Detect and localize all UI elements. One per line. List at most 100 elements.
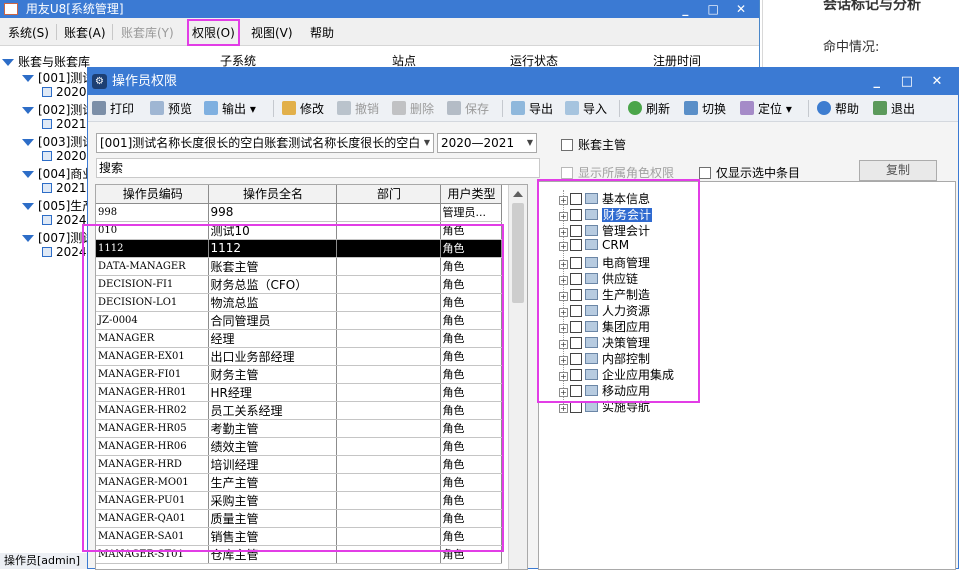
col-user-type[interactable]: 用户类型 bbox=[440, 185, 502, 204]
perm-node[interactable]: + 企业应用集成 bbox=[559, 366, 674, 382]
minimize-button[interactable]: _ bbox=[673, 0, 697, 18]
tree-year-item[interactable]: 2020- bbox=[42, 149, 91, 163]
perm-node[interactable]: + 实施导航 bbox=[559, 398, 650, 414]
perm-node[interactable]: + 基本信息 bbox=[559, 190, 650, 206]
expand-plus-icon[interactable]: + bbox=[559, 404, 568, 413]
year-select[interactable]: 2020—2021 ▼ bbox=[437, 133, 537, 153]
menu-system[interactable]: 系统(S) bbox=[8, 24, 49, 41]
expand-plus-icon[interactable]: + bbox=[559, 212, 568, 221]
tree-root[interactable]: 账套与账套库 bbox=[2, 53, 90, 70]
perm-checkbox[interactable] bbox=[570, 193, 582, 205]
locate-button[interactable]: 定位 ▾ bbox=[740, 100, 792, 117]
dialog-minimize-button[interactable]: _ bbox=[864, 68, 890, 95]
expand-plus-icon[interactable]: + bbox=[559, 372, 568, 381]
expand-plus-icon[interactable]: + bbox=[559, 356, 568, 365]
help-button[interactable]: 帮助 bbox=[817, 100, 859, 117]
undo-button[interactable]: 撤销 bbox=[337, 100, 379, 117]
perm-node[interactable]: + CRM bbox=[559, 238, 629, 254]
expand-plus-icon[interactable]: + bbox=[559, 388, 568, 397]
table-row[interactable]: MANAGER-HR06 绩效主管 角色 bbox=[96, 437, 502, 456]
tree-year-item[interactable]: 2024- bbox=[42, 213, 91, 227]
perm-node[interactable]: + 内部控制 bbox=[559, 350, 650, 366]
perm-checkbox[interactable] bbox=[570, 353, 582, 365]
tree-year-item[interactable]: 2020- bbox=[42, 85, 91, 99]
save-button[interactable]: 保存 bbox=[447, 100, 489, 117]
refresh-button[interactable]: 刷新 bbox=[628, 100, 670, 117]
perm-checkbox[interactable] bbox=[570, 305, 582, 317]
table-row[interactable]: 998 998 管理员... bbox=[96, 203, 502, 222]
account-admin-checkbox[interactable]: 账套主管 bbox=[561, 136, 626, 153]
perm-node[interactable]: + 人力资源 bbox=[559, 302, 650, 318]
menu-view[interactable]: 视图(V) bbox=[251, 24, 293, 41]
table-row[interactable]: DATA-MANAGER 账套主管 角色 bbox=[96, 257, 502, 276]
tree-year-item[interactable]: 2021- bbox=[42, 181, 91, 195]
output-button[interactable]: 输出 ▾ bbox=[204, 100, 256, 117]
col-operator-name[interactable]: 操作员全名 bbox=[208, 185, 337, 204]
maximize-button[interactable]: □ bbox=[701, 0, 725, 18]
table-row[interactable]: MANAGER-FI01 财务主管 角色 bbox=[96, 365, 502, 384]
expand-plus-icon[interactable]: + bbox=[559, 276, 568, 285]
tree-account-item[interactable]: [007]测试 bbox=[22, 229, 94, 246]
scroll-thumb[interactable] bbox=[512, 203, 524, 303]
table-row[interactable]: MANAGER-HR05 考勤主管 角色 bbox=[96, 419, 502, 438]
menu-account[interactable]: 账套(A) bbox=[64, 24, 106, 41]
perm-checkbox[interactable] bbox=[570, 369, 582, 381]
expand-plus-icon[interactable]: + bbox=[559, 340, 568, 349]
show-role-permission-checkbox[interactable]: 显示所属角色权限 bbox=[561, 164, 674, 181]
col-operator-code[interactable]: 操作员编码 bbox=[96, 185, 209, 204]
perm-node-selected[interactable]: + 财务会计 bbox=[559, 206, 653, 222]
preview-button[interactable]: 预览 bbox=[150, 100, 192, 117]
table-row[interactable]: MANAGER-QA01 质量主管 角色 bbox=[96, 509, 502, 528]
table-row[interactable]: JZ-0004 合同管理员 角色 bbox=[96, 311, 502, 330]
tree-account-item[interactable]: [005]生产 bbox=[22, 197, 94, 214]
perm-checkbox[interactable] bbox=[570, 385, 582, 397]
table-row[interactable]: MANAGER-ST01 仓库主管 角色 bbox=[96, 545, 502, 564]
print-button[interactable]: 打印 bbox=[92, 100, 134, 117]
show-selected-only-checkbox[interactable]: 仅显示选中条目 bbox=[699, 164, 800, 181]
table-row[interactable]: MANAGER-EX01 出口业务部经理 角色 bbox=[96, 347, 502, 366]
perm-node[interactable]: + 供应链 bbox=[559, 270, 638, 286]
edit-button[interactable]: 修改 bbox=[282, 100, 324, 117]
table-row[interactable]: MANAGER-HR02 员工关系经理 角色 bbox=[96, 401, 502, 420]
search-input[interactable]: 搜索 bbox=[96, 158, 540, 178]
tree-account-item[interactable]: [001]测试 bbox=[22, 69, 94, 86]
table-row[interactable]: DECISION-LO1 物流总监 角色 bbox=[96, 293, 502, 312]
tree-account-item[interactable]: [003]测试 bbox=[22, 133, 94, 150]
expand-plus-icon[interactable]: + bbox=[559, 228, 568, 237]
copy-button[interactable]: 复制 bbox=[859, 160, 937, 181]
exit-button[interactable]: 退出 bbox=[873, 100, 915, 117]
perm-checkbox[interactable] bbox=[570, 239, 582, 251]
perm-checkbox[interactable] bbox=[570, 289, 582, 301]
tree-year-item[interactable]: 2021- bbox=[42, 117, 91, 131]
table-row-selected[interactable]: 1112 1112 角色 bbox=[96, 239, 502, 258]
perm-checkbox[interactable] bbox=[570, 321, 582, 333]
table-row[interactable]: DECISION-FI1 财务总监（CFO） 角色 bbox=[96, 275, 502, 294]
perm-checkbox[interactable] bbox=[570, 225, 582, 237]
tree-account-item[interactable]: [002]测试 bbox=[22, 101, 94, 118]
perm-node[interactable]: + 电商管理 bbox=[559, 254, 650, 270]
delete-button[interactable]: 删除 bbox=[392, 100, 434, 117]
perm-checkbox[interactable] bbox=[570, 209, 582, 221]
perm-node[interactable]: + 移动应用 bbox=[559, 382, 650, 398]
perm-node[interactable]: + 管理会计 bbox=[559, 222, 650, 238]
perm-node[interactable]: + 集团应用 bbox=[559, 318, 650, 334]
dialog-close-button[interactable]: ✕ bbox=[924, 68, 950, 95]
expand-plus-icon[interactable]: + bbox=[559, 242, 568, 251]
export-button[interactable]: 导出 bbox=[511, 100, 553, 117]
menu-permission[interactable]: 权限(O) bbox=[187, 19, 240, 46]
perm-checkbox[interactable] bbox=[570, 337, 582, 349]
table-row[interactable]: MANAGER-HRD 培训经理 角色 bbox=[96, 455, 502, 474]
scroll-up-icon[interactable] bbox=[513, 191, 523, 197]
dialog-maximize-button[interactable]: □ bbox=[894, 68, 920, 95]
table-row[interactable]: MANAGER-PU01 采购主管 角色 bbox=[96, 491, 502, 510]
col-department[interactable]: 部门 bbox=[336, 185, 441, 204]
expand-plus-icon[interactable]: + bbox=[559, 308, 568, 317]
tree-account-item[interactable]: [004]商业 bbox=[22, 165, 94, 182]
table-row[interactable]: 010 测试10 角色 bbox=[96, 221, 502, 240]
table-row[interactable]: MANAGER 经理 角色 bbox=[96, 329, 502, 348]
grid-scrollbar[interactable] bbox=[508, 185, 527, 569]
menu-help[interactable]: 帮助 bbox=[310, 24, 334, 41]
close-button[interactable]: ✕ bbox=[729, 0, 753, 18]
table-row[interactable]: MANAGER-MO01 生产主管 角色 bbox=[96, 473, 502, 492]
perm-node[interactable]: + 决策管理 bbox=[559, 334, 650, 350]
